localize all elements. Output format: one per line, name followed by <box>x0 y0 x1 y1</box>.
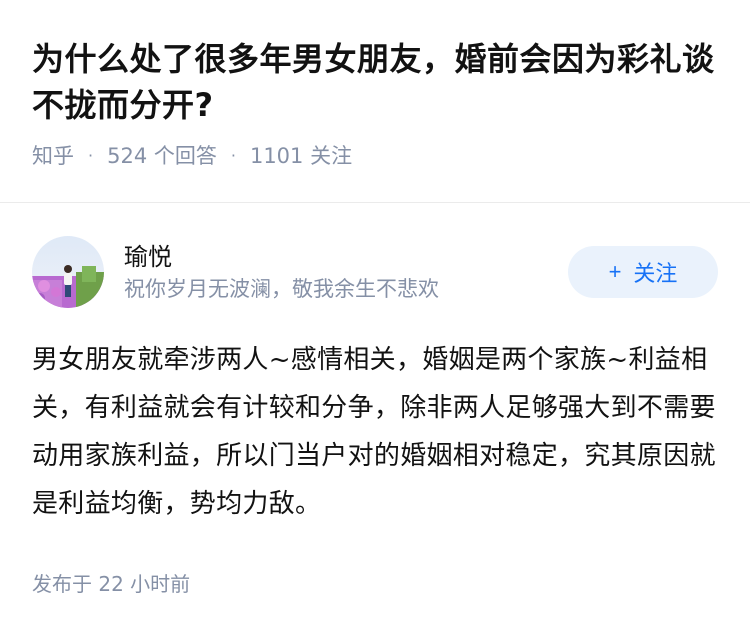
publish-time: 发布于 22 小时前 <box>32 572 191 596</box>
author-bio: 祝你岁月无波澜，敬我余生不悲欢 <box>124 277 439 301</box>
question-title[interactable]: 为什么处了很多年男女朋友，婚前会因为彩礼谈不拢而分开? <box>32 36 718 128</box>
follow-label: 关注 <box>633 261 678 286</box>
follower-count: 1101 关注 <box>249 144 353 168</box>
question-header: 为什么处了很多年男女朋友，婚前会因为彩礼谈不拢而分开? 知乎 · 524 个回答… <box>0 0 750 170</box>
answer-card: 瑜悦 祝你岁月无波澜，敬我余生不悲欢 + 关注 男女朋友就牵涉两人~感情相关，婚… <box>32 236 718 528</box>
answer-body[interactable]: 男女朋友就牵涉两人~感情相关，婚姻是两个家族~利益相关，有利益就会有计较和分争，… <box>32 336 718 528</box>
follow-button[interactable]: + 关注 <box>568 246 718 298</box>
meta-separator: · <box>230 145 236 165</box>
meta-separator: · <box>88 145 94 165</box>
avatar[interactable] <box>32 236 104 308</box>
question-meta: 知乎 · 524 个回答 · 1101 关注 <box>32 140 718 170</box>
plus-icon: + <box>608 259 622 284</box>
source-label: 知乎 <box>32 144 74 168</box>
answer-count[interactable]: 524 个回答 <box>107 140 217 170</box>
author-row: 瑜悦 祝你岁月无波澜，敬我余生不悲欢 + 关注 <box>32 236 718 308</box>
divider <box>0 202 750 203</box>
author-name[interactable]: 瑜悦 <box>124 240 568 274</box>
author-info: 瑜悦 祝你岁月无波澜，敬我余生不悲欢 <box>124 240 568 304</box>
